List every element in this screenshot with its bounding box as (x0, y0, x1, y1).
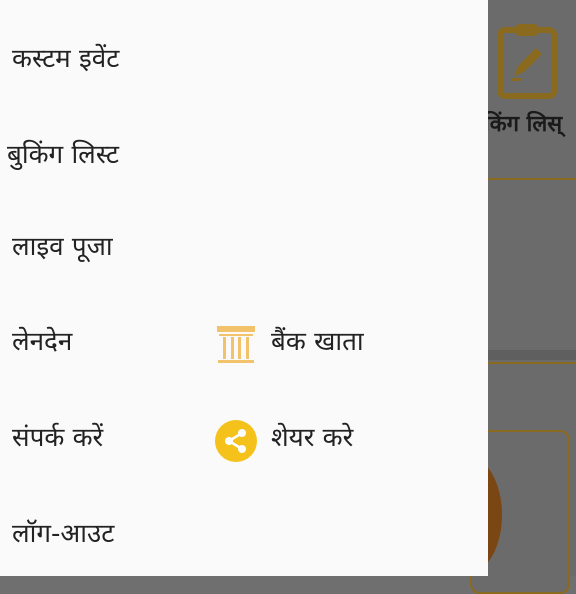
background-divider (488, 362, 576, 364)
share-icon[interactable] (214, 419, 258, 463)
menu-item-live-puja[interactable]: लाइव पूजा (12, 234, 113, 260)
background-band (488, 350, 576, 360)
menu-item-logout[interactable]: लॉग-आउट (12, 521, 114, 547)
navigation-drawer: कस्टम इवेंट बुकिंग लिस्ट लाइव पूजा लेनदे… (0, 0, 488, 576)
bank-icon[interactable] (214, 323, 258, 367)
menu-item-contact-us[interactable]: संपर्क करें (12, 425, 103, 451)
menu-item-share[interactable]: शेयर करे (271, 425, 353, 451)
menu-item-bank-account[interactable]: बैंक खाता (271, 329, 364, 355)
menu-item-custom-event[interactable]: कस्टम इवेंट (12, 46, 119, 72)
background-tile-label: किंग लिस् (484, 112, 563, 137)
background-divider (488, 178, 576, 180)
menu-item-transactions[interactable]: लेनदेन (12, 329, 72, 355)
clipboard-edit-icon (497, 24, 557, 99)
menu-item-booking-list[interactable]: बुकिंग लिस्ट (7, 142, 119, 168)
